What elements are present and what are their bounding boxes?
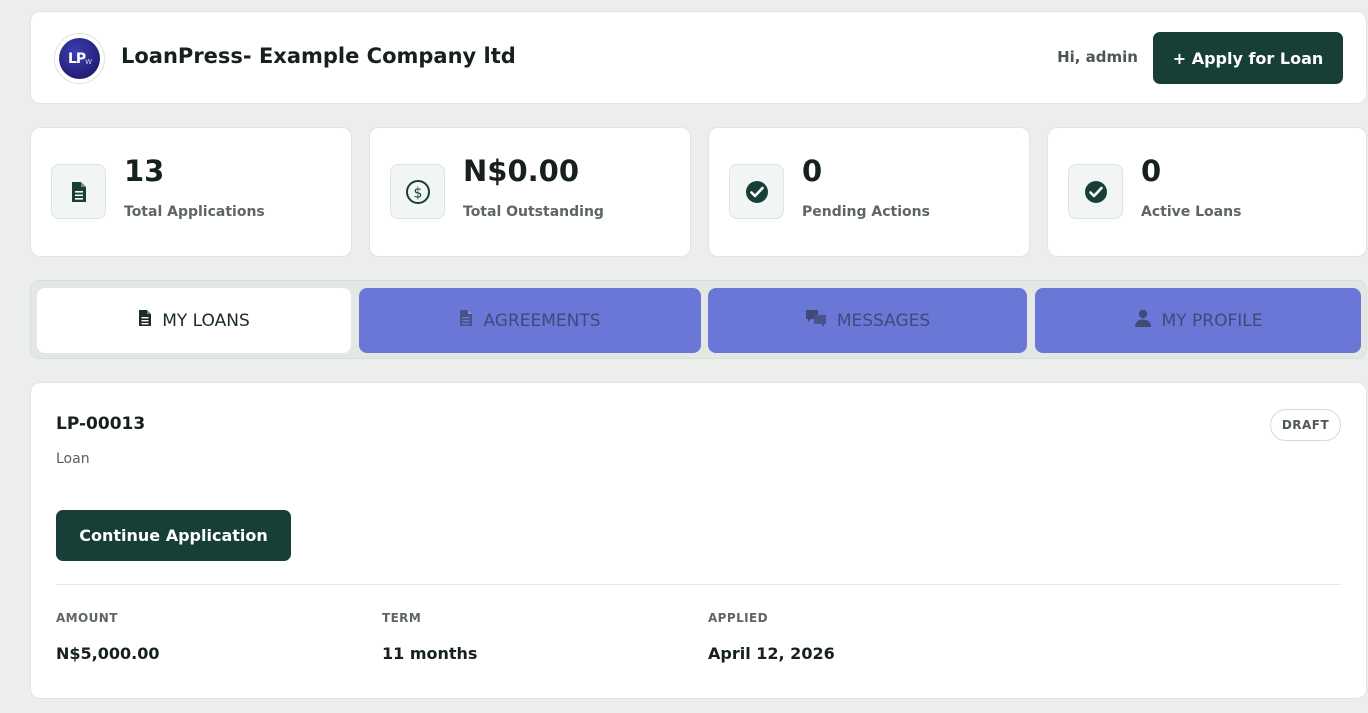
tab-messages[interactable]: MESSAGES [708, 288, 1027, 353]
term-value: 11 months [382, 644, 478, 663]
apply-for-loan-button[interactable]: + Apply for Loan [1153, 32, 1343, 84]
divider [56, 584, 1341, 585]
tab-my-loans[interactable]: MY LOANS [37, 288, 351, 353]
term-label: TERM [382, 611, 422, 625]
header-bar: LP W LoanPress- Example Company ltd Hi, a… [30, 11, 1367, 104]
tab-label: MY PROFILE [1161, 310, 1263, 331]
applied-label: APPLIED [708, 611, 768, 625]
check-circle-icon [1068, 164, 1123, 219]
tab-label: AGREEMENTS [483, 310, 601, 331]
stat-label: Total Outstanding [463, 204, 604, 220]
stat-card-total-outstanding: $ N$0.00 Total Outstanding [369, 127, 691, 257]
tab-my-profile[interactable]: MY PROFILE [1035, 288, 1361, 353]
tab-agreements[interactable]: AGREEMENTS [359, 288, 701, 353]
tab-label: MY LOANS [162, 310, 250, 331]
stat-card-total-applications: 13 Total Applications [30, 127, 352, 257]
loan-card: LP-00013 Loan DRAFT Continue Application… [30, 382, 1367, 699]
document-icon [459, 309, 473, 332]
logo-mark: LP W [59, 38, 100, 79]
chat-icon [805, 309, 827, 332]
dollar-circle-icon: $ [390, 164, 445, 219]
tab-bar: MY LOANS AGREEMENTS MESSAGES MY PROFILE [30, 280, 1367, 359]
loan-type: Loan [56, 451, 90, 467]
stat-value: N$0.00 [463, 154, 579, 188]
company-name: LoanPress- Example Company ltd [121, 44, 516, 68]
stat-value: 0 [802, 154, 823, 188]
check-circle-icon [729, 164, 784, 219]
stat-label: Pending Actions [802, 204, 930, 220]
stat-card-pending-actions: 0 Pending Actions [708, 127, 1030, 257]
tab-label: MESSAGES [836, 310, 931, 331]
document-icon [138, 309, 152, 332]
continue-application-button[interactable]: Continue Application [56, 510, 291, 561]
user-icon [1134, 309, 1152, 332]
stat-value: 13 [124, 154, 165, 188]
logo-text: LP [67, 50, 86, 67]
stat-label: Active Loans [1141, 204, 1242, 220]
stat-label: Total Applications [124, 204, 265, 220]
applied-value: April 12, 2026 [708, 644, 835, 663]
loan-id: LP-00013 [56, 414, 146, 434]
user-greeting: Hi, admin [1057, 48, 1138, 66]
document-icon [51, 164, 106, 219]
status-badge: DRAFT [1270, 409, 1341, 441]
company-logo[interactable]: LP W [54, 33, 105, 84]
amount-value: N$5,000.00 [56, 644, 160, 663]
amount-label: AMOUNT [56, 611, 118, 625]
logo-suffix: W [85, 58, 92, 66]
stat-card-active-loans: 0 Active Loans [1047, 127, 1367, 257]
svg-text:$: $ [413, 185, 422, 201]
stat-value: 0 [1141, 154, 1162, 188]
